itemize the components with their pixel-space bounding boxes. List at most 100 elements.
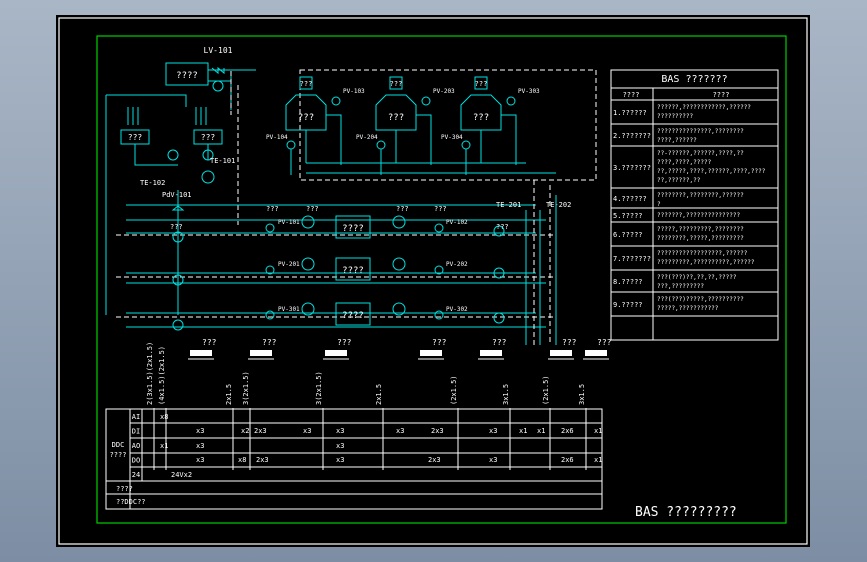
cable-label: 3(2x1.5) (315, 371, 323, 405)
left-pump-label: ??? (496, 223, 509, 231)
legend-row-text: ??,??????,?? (657, 177, 701, 184)
pdv101-label: PdV-101 (162, 191, 192, 199)
legend-row-number: 3.??????? (613, 164, 651, 172)
tank-label: ??? (388, 113, 404, 123)
pv-left-label: PV-204 (356, 134, 378, 141)
ddc-row-label: DO (132, 457, 140, 465)
motor-valve-icon (434, 310, 444, 320)
legend-title: BAS ??????? (661, 74, 727, 85)
cable-label: 3x1.5 (502, 384, 510, 405)
tank-label: ??? (298, 113, 314, 123)
device-symbol (325, 350, 347, 356)
legend-row-text: ?????????,??????????,?????? (657, 259, 755, 266)
cable-label: 2x1.5 (375, 384, 383, 405)
ddc-row-label: 24 (132, 471, 140, 479)
device-symbol (250, 350, 272, 356)
cable-label: 3(2x1.5) (242, 371, 250, 405)
legend-row-text: ??,?????,????,??????,????,???? (657, 168, 766, 175)
device-symbol (190, 350, 212, 356)
cable-label: 2x1.5 (225, 384, 233, 405)
device-label: ??? (262, 338, 277, 347)
lv101-actuator-icon (212, 80, 224, 92)
pump-icon (172, 319, 184, 331)
drawing-title: BAS ????????? (635, 505, 737, 520)
legend-row-text: ? (657, 201, 661, 208)
motor-valve-icon (506, 96, 516, 106)
device-label: ??? (492, 338, 507, 347)
chiller-label: ???? (342, 224, 364, 234)
te101-label: TE-101 (210, 157, 235, 165)
legend-row-text: ??-??????,??????,????,?? (657, 150, 744, 157)
ddc-entry: x1 (160, 442, 168, 450)
legend-row-text: ???,????????? (657, 283, 704, 290)
legend-row-text: ?????,??????????? (657, 305, 719, 312)
legend-row-text: ????,????,????? (657, 159, 712, 166)
ddc-entry: x3 (489, 427, 497, 435)
ddc-group-label: DDC (112, 441, 125, 449)
legend-row-number: 7.??????? (613, 255, 651, 263)
ddc-entry: x8 (160, 413, 168, 421)
flow-label: ??? (306, 205, 319, 213)
device-symbol (420, 350, 442, 356)
pump-icon (301, 257, 315, 271)
pdv101-valve-icon (171, 190, 185, 315)
flow-label: ??? (434, 205, 447, 213)
device-symbol (550, 350, 572, 356)
outer-border (58, 17, 808, 545)
ddc-entry: x1 (594, 427, 602, 435)
pv-top-label: PV-203 (433, 88, 455, 95)
legend-row-text: ?????????? (657, 113, 694, 120)
lv101-label: LV-101 (204, 46, 233, 55)
cable-label: (2x1.5) (450, 375, 458, 405)
legend-row-text: ??????????????????,?????? (657, 250, 748, 257)
ddc-entry: x8 (238, 456, 246, 464)
cooler-label: ???? (176, 71, 198, 81)
tank-top-label: ??? (300, 80, 313, 88)
device-label: ??? (432, 338, 447, 347)
row-pv-left-label: PV-201 (278, 261, 300, 268)
legend-header: ???? (713, 91, 730, 99)
ddc-entry: 2x3 (428, 456, 441, 464)
ddc-row-label: AI (132, 413, 140, 421)
legend-row-text: ???(???)?????,?????????? (657, 296, 744, 303)
ddc-group-label-2: ???? (110, 451, 127, 459)
ddc-entry: 24Vx2 (171, 471, 192, 479)
motor-valve-icon (421, 96, 431, 106)
motor-valve-icon (331, 96, 341, 106)
legend-header: ???? (623, 91, 640, 99)
chiller-label: ???? (342, 311, 364, 321)
cable-label: 3x1.5 (578, 384, 586, 405)
pump-icon (392, 215, 406, 229)
ddc-entry: x2 (241, 427, 249, 435)
legend-row-text: ???(???)??,??,??,????? (657, 274, 737, 281)
legend-row-number: 4.?????? (613, 195, 647, 203)
legend-row-number: 9.????? (613, 301, 643, 309)
exchanger-1-label: ??? (128, 133, 143, 142)
cable-label: 2(3x1.5)(2x1.5) (146, 342, 154, 405)
ddc-entry: 2x3 (256, 456, 269, 464)
device-label: ??? (337, 338, 352, 347)
ddc-entry: x1 (594, 456, 602, 464)
pump-icon (392, 257, 406, 271)
legend-row-text: ?????,?????????,???????? (657, 226, 744, 233)
row-pv-left-label: PV-301 (278, 306, 300, 313)
tank-top-label: ??? (475, 80, 488, 88)
ddc-entry: x3 (396, 427, 404, 435)
legend-row-text: ???????????????,???????? (657, 128, 744, 135)
device-symbol (480, 350, 502, 356)
row-pv-right-label: PV-202 (446, 261, 468, 268)
exchanger-2-label: ??? (201, 133, 216, 142)
ddc-entry: 2x6 (561, 456, 574, 464)
te201-label: TE-201 (496, 201, 521, 209)
pump-1-icon (167, 149, 179, 161)
drawing-sheet: ???? LV-101 ??? ??? TE-101 TE-102 PdV-10… (56, 15, 810, 547)
device-label: ??? (202, 338, 217, 347)
legend-row-number: 2.??????? (613, 132, 651, 140)
ddc-entry: x3 (303, 427, 311, 435)
ddc-entry: x3 (196, 456, 204, 464)
m101-motor-icon (201, 170, 215, 184)
legend-row-number: 8.????? (613, 278, 643, 286)
ddc-entry: 2x3 (431, 427, 444, 435)
ddc-entry: 2x6 (561, 427, 574, 435)
pv-top-label: PV-303 (518, 88, 540, 95)
